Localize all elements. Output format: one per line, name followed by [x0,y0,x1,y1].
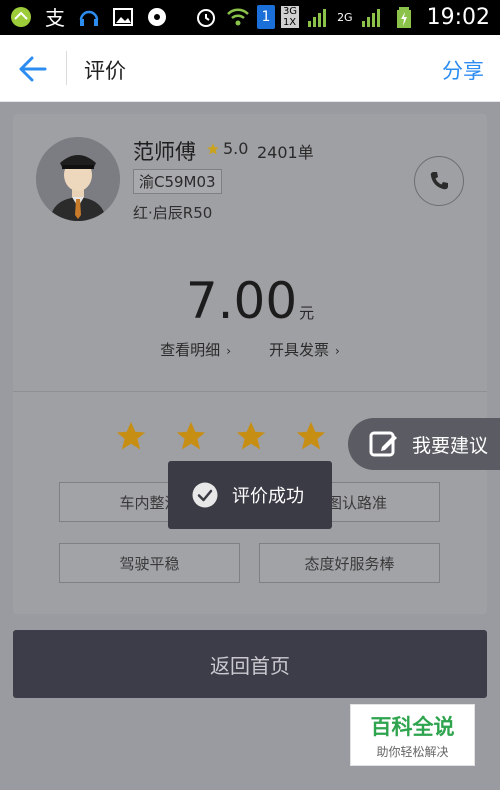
invoice-link[interactable]: 开具发票 › [269,339,340,360]
app-icon [8,4,34,30]
watermark: 百科全说 助你轻松解决 [350,704,475,766]
notification-icons: 支 [8,4,170,30]
driver-order-count: 2401单 [257,143,314,162]
fare-value: 7.00 [185,272,298,330]
clock: 19:02 [426,4,490,30]
fare-links: 查看明细 › 开具发票 › [13,339,487,360]
watermark-subtitle: 助你轻松解决 [376,745,449,759]
share-button[interactable]: 分享 [442,55,484,85]
license-plate: 渝C59M03 [133,169,222,194]
app-header: 评价 分享 [0,35,500,102]
image-icon [110,4,136,30]
driver-avatar-icon [36,137,120,221]
rating-stars [114,419,388,453]
success-toast: 评价成功 [168,461,332,529]
phone-icon [430,172,448,190]
avatar [36,137,120,221]
return-home-button[interactable]: 返回首页 [13,630,487,698]
toast-message: 评价成功 [232,486,304,507]
view-detail-link[interactable]: 查看明细 › [160,339,231,360]
headset-icon [76,4,102,30]
suggestion-label: 我要建议 [412,434,489,457]
trip-card: 范师傅 5.0 2401单 渝C59M03 红·启辰R50 7.00 元 查看明细… [13,114,487,614]
check-circle-icon [192,482,218,508]
driver-name: 范师傅 [133,140,196,164]
network-2g-label: 2G [337,10,353,24]
signal-icon [305,4,331,30]
back-arrow-icon[interactable] [18,55,48,83]
fare-amount: 7.00 元 [13,272,487,330]
wifi-icon [225,4,251,30]
driver-rating: 5.0 [223,139,249,158]
signal-icon [359,4,385,30]
alarm-icon [193,4,219,30]
battery-charging-icon [391,4,417,30]
suggestion-button[interactable]: 我要建议 [348,418,500,470]
svg-text:支: 支 [45,6,65,29]
alipay-icon: 支 [42,4,68,30]
network-type-badge: 3G 1X [280,6,300,28]
watermark-title: 百科全说 [370,715,455,739]
edit-icon [369,431,397,457]
fare-unit: 元 [299,304,315,322]
star-3-icon[interactable] [234,419,268,453]
tag-good-service[interactable]: 态度好服务棒 [259,543,440,583]
star-2-icon[interactable] [174,419,208,453]
page-title: 评价 [84,59,126,83]
header-divider [66,51,67,85]
car-model: 红·启辰R50 [133,204,213,222]
system-indicators: 1 3G 1X 2G 19:02 [193,4,490,30]
status-bar: 支 1 3G 1X 2G 19:02 [0,0,500,35]
tag-smooth-driving[interactable]: 驾驶平稳 [59,543,240,583]
sim-badge: 1 [256,5,275,29]
chevron-right-icon: › [226,344,231,358]
rating-star-icon [206,141,220,155]
star-4-icon[interactable] [294,419,328,453]
call-driver-button[interactable] [414,156,464,206]
disc-icon [144,4,170,30]
chevron-right-icon: › [335,344,340,358]
section-divider [13,391,487,392]
star-1-icon[interactable] [114,419,148,453]
